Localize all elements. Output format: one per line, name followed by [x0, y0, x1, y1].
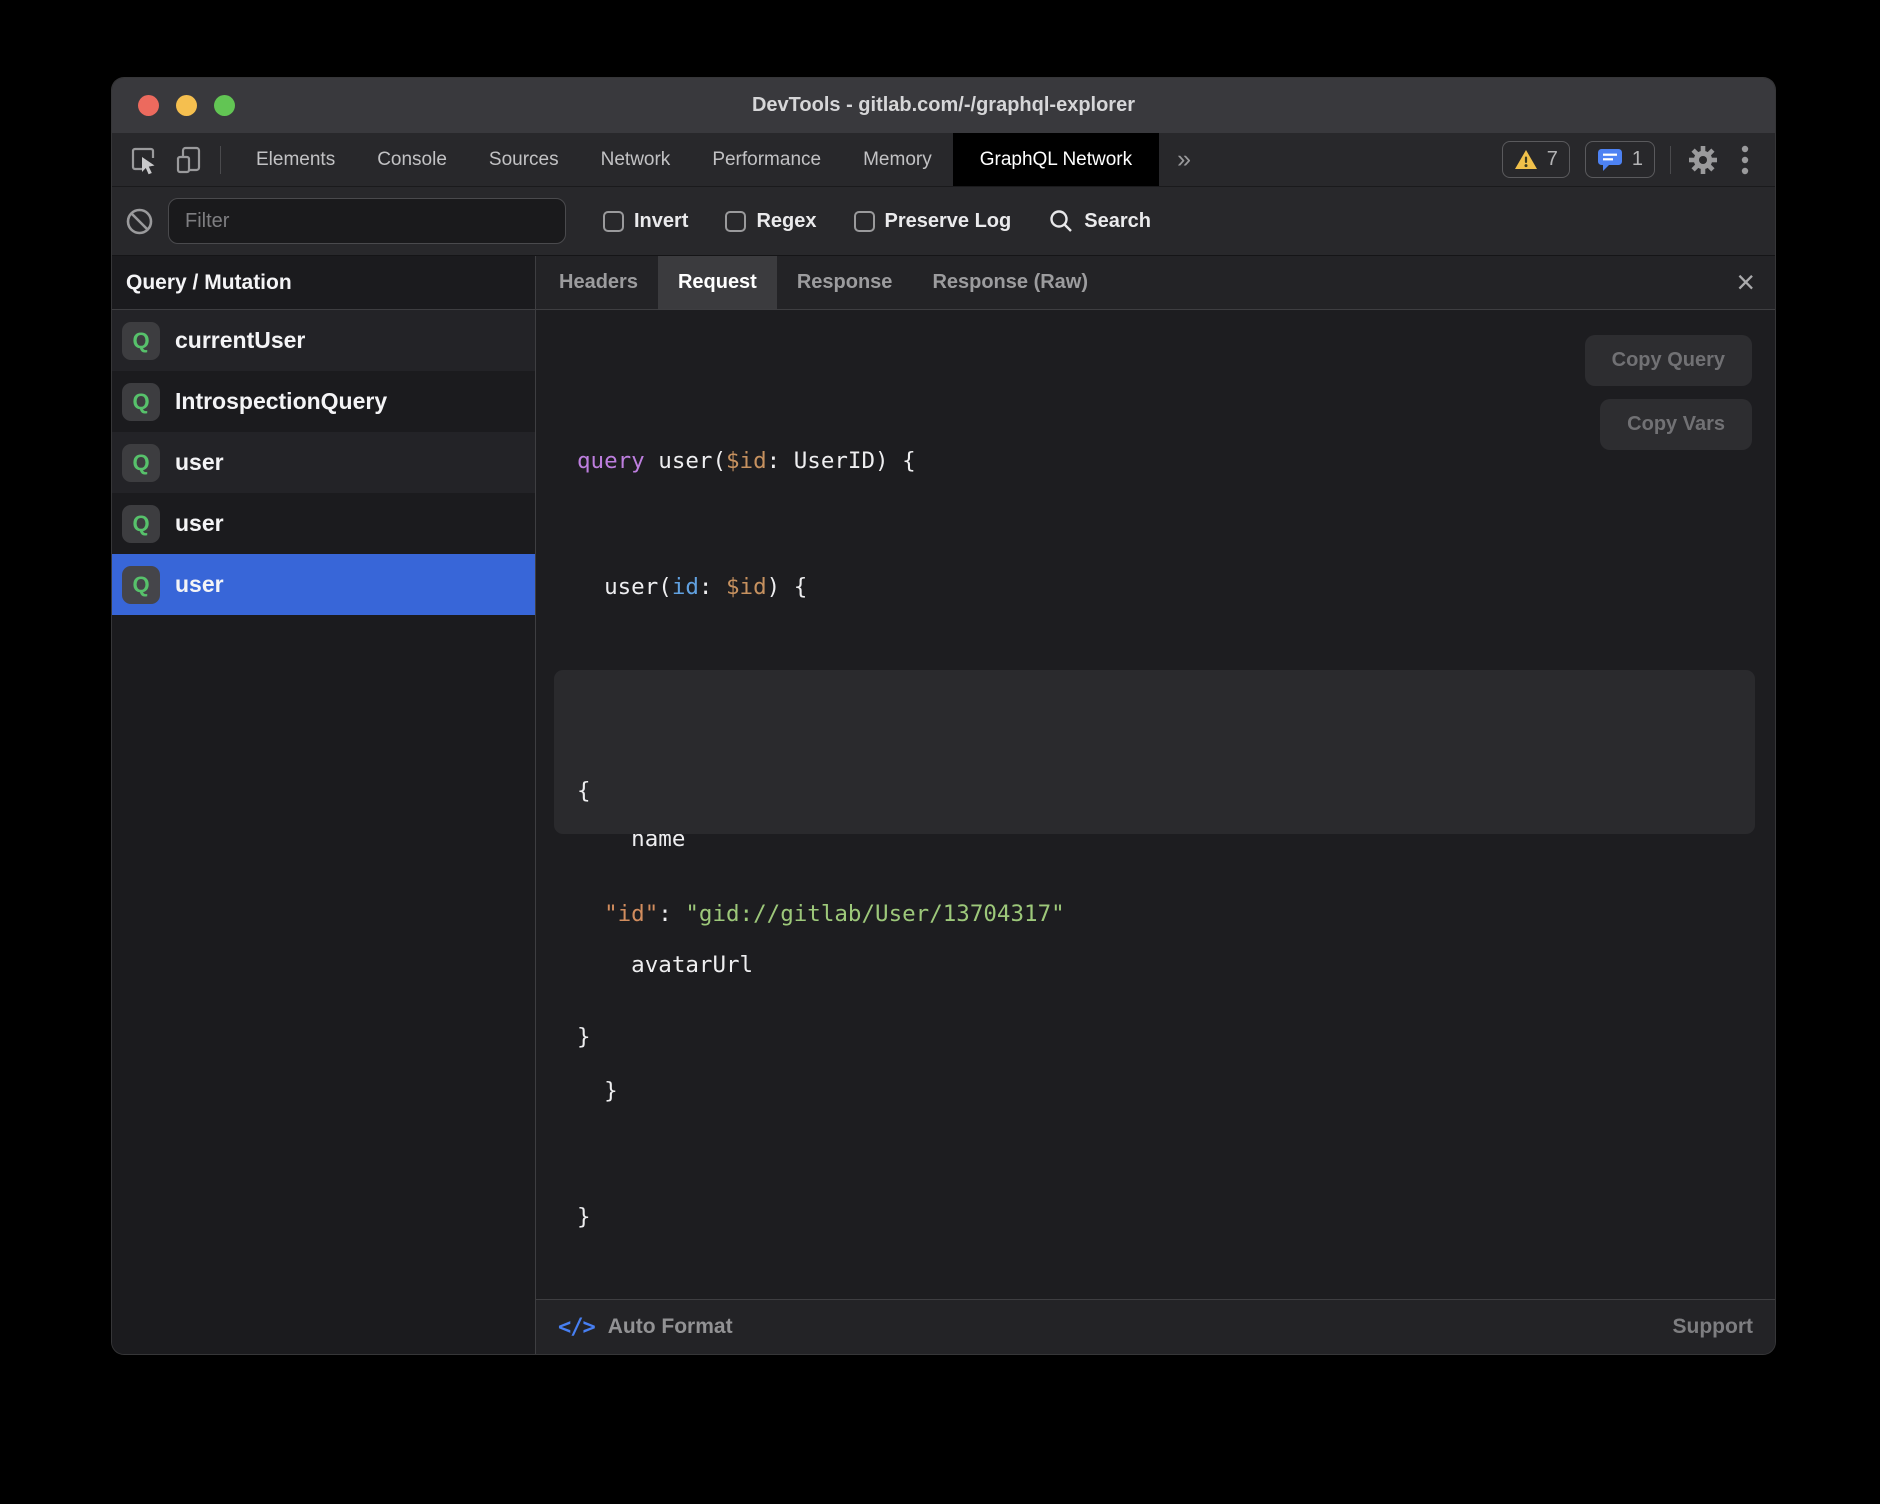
- request-content: query user($id: UserID) { user(id: $id) …: [536, 310, 1775, 1299]
- copy-query-button[interactable]: Copy Query: [1585, 335, 1752, 386]
- tab-headers[interactable]: Headers: [539, 256, 658, 309]
- warning-icon: [1514, 149, 1538, 171]
- list-item-user-1[interactable]: Q user: [112, 432, 535, 493]
- tab-elements[interactable]: Elements: [235, 133, 356, 186]
- list-item-introspectionquery[interactable]: Q IntrospectionQuery: [112, 371, 535, 432]
- query-list-sidebar: Query / Mutation Q currentUser Q Introsp…: [112, 256, 536, 1354]
- warnings-badge[interactable]: 7: [1502, 141, 1570, 178]
- tab-graphql-network[interactable]: GraphQL Network: [953, 133, 1159, 186]
- invert-checkbox-group: Invert: [603, 210, 688, 233]
- query-variables-box: { "id": "gid://gitlab/User/13704317" }: [554, 670, 1755, 834]
- issues-badge[interactable]: 1: [1585, 141, 1655, 178]
- auto-format-button[interactable]: Auto Format: [608, 1315, 733, 1339]
- filter-bar: Invert Regex Preserve Log Search: [112, 186, 1775, 256]
- invert-label: Invert: [634, 210, 688, 233]
- more-tabs-icon[interactable]: »: [1159, 133, 1209, 186]
- list-item-label: user: [175, 510, 224, 537]
- search-control[interactable]: Search: [1048, 208, 1151, 235]
- preserve-log-checkbox[interactable]: [854, 211, 875, 232]
- invert-checkbox[interactable]: [603, 211, 624, 232]
- variables-line: "id": "gid://gitlab/User/13704317": [577, 894, 1755, 935]
- sidebar-header: Query / Mutation: [112, 256, 535, 310]
- tab-sources[interactable]: Sources: [468, 133, 580, 186]
- kebab-menu-icon[interactable]: [1735, 144, 1755, 176]
- search-icon: [1048, 208, 1075, 235]
- regex-label: Regex: [756, 210, 816, 233]
- clear-filter-icon[interactable]: [124, 206, 155, 237]
- list-item-user-3-selected[interactable]: Q user: [112, 554, 535, 615]
- tab-response[interactable]: Response: [777, 256, 913, 309]
- variables-line: }: [577, 1017, 1755, 1058]
- detail-panel: Headers Request Response Response (Raw) …: [536, 256, 1775, 1354]
- minimize-window-button[interactable]: [176, 95, 197, 116]
- list-item-currentuser[interactable]: Q currentUser: [112, 310, 535, 371]
- code-line: query user($id: UserID) {: [577, 440, 916, 482]
- message-icon: [1597, 148, 1623, 172]
- bottom-bar: </> Auto Format Support: [536, 1299, 1775, 1354]
- query-type-badge: Q: [122, 322, 160, 360]
- tab-network[interactable]: Network: [580, 133, 692, 186]
- devtools-window: DevTools - gitlab.com/-/graphql-explorer…: [112, 78, 1775, 1354]
- tab-performance[interactable]: Performance: [691, 133, 842, 186]
- list-item-label: user: [175, 449, 224, 476]
- variables-line: {: [577, 771, 1755, 812]
- code-format-icon: </>: [558, 1315, 595, 1340]
- regex-checkbox-group: Regex: [725, 210, 816, 233]
- query-type-badge: Q: [122, 505, 160, 543]
- query-type-badge: Q: [122, 383, 160, 421]
- tab-console[interactable]: Console: [356, 133, 468, 186]
- query-type-badge: Q: [122, 444, 160, 482]
- preserve-log-label: Preserve Log: [885, 210, 1012, 233]
- traffic-lights: [138, 95, 235, 116]
- panel-tabs: Elements Console Sources Network Perform…: [235, 133, 1209, 186]
- close-detail-icon[interactable]: ×: [1716, 256, 1775, 309]
- preserve-log-checkbox-group: Preserve Log: [854, 210, 1012, 233]
- list-item-user-2[interactable]: Q user: [112, 493, 535, 554]
- device-toolbar-icon[interactable]: [174, 144, 206, 176]
- code-line: }: [577, 1196, 916, 1238]
- copy-vars-button[interactable]: Copy Vars: [1600, 399, 1752, 450]
- close-window-button[interactable]: [138, 95, 159, 116]
- list-item-label: currentUser: [175, 327, 305, 354]
- zoom-window-button[interactable]: [214, 95, 235, 116]
- title-bar: DevTools - gitlab.com/-/graphql-explorer: [112, 78, 1775, 133]
- window-title: DevTools - gitlab.com/-/graphql-explorer: [112, 94, 1775, 117]
- query-type-badge: Q: [122, 566, 160, 604]
- tab-response-raw[interactable]: Response (Raw): [912, 256, 1108, 309]
- toolbar-divider: [220, 146, 221, 174]
- tab-memory[interactable]: Memory: [842, 133, 953, 186]
- search-label: Search: [1084, 210, 1151, 233]
- toolbar-divider: [1670, 146, 1671, 174]
- list-item-label: user: [175, 571, 224, 598]
- devtools-toolbar: Elements Console Sources Network Perform…: [112, 133, 1775, 186]
- regex-checkbox[interactable]: [725, 211, 746, 232]
- inspect-element-icon[interactable]: [128, 144, 160, 176]
- list-item-label: IntrospectionQuery: [175, 388, 387, 415]
- filter-input[interactable]: [168, 198, 566, 244]
- detail-tab-strip: Headers Request Response Response (Raw) …: [536, 256, 1775, 310]
- code-line: user(id: $id) {: [577, 566, 916, 608]
- warning-count: 7: [1547, 148, 1558, 171]
- message-count: 1: [1632, 148, 1643, 171]
- settings-gear-icon[interactable]: [1686, 143, 1720, 177]
- tab-request[interactable]: Request: [658, 256, 777, 309]
- query-list: Q currentUser Q IntrospectionQuery Q use…: [112, 310, 535, 615]
- support-link[interactable]: Support: [1673, 1315, 1753, 1339]
